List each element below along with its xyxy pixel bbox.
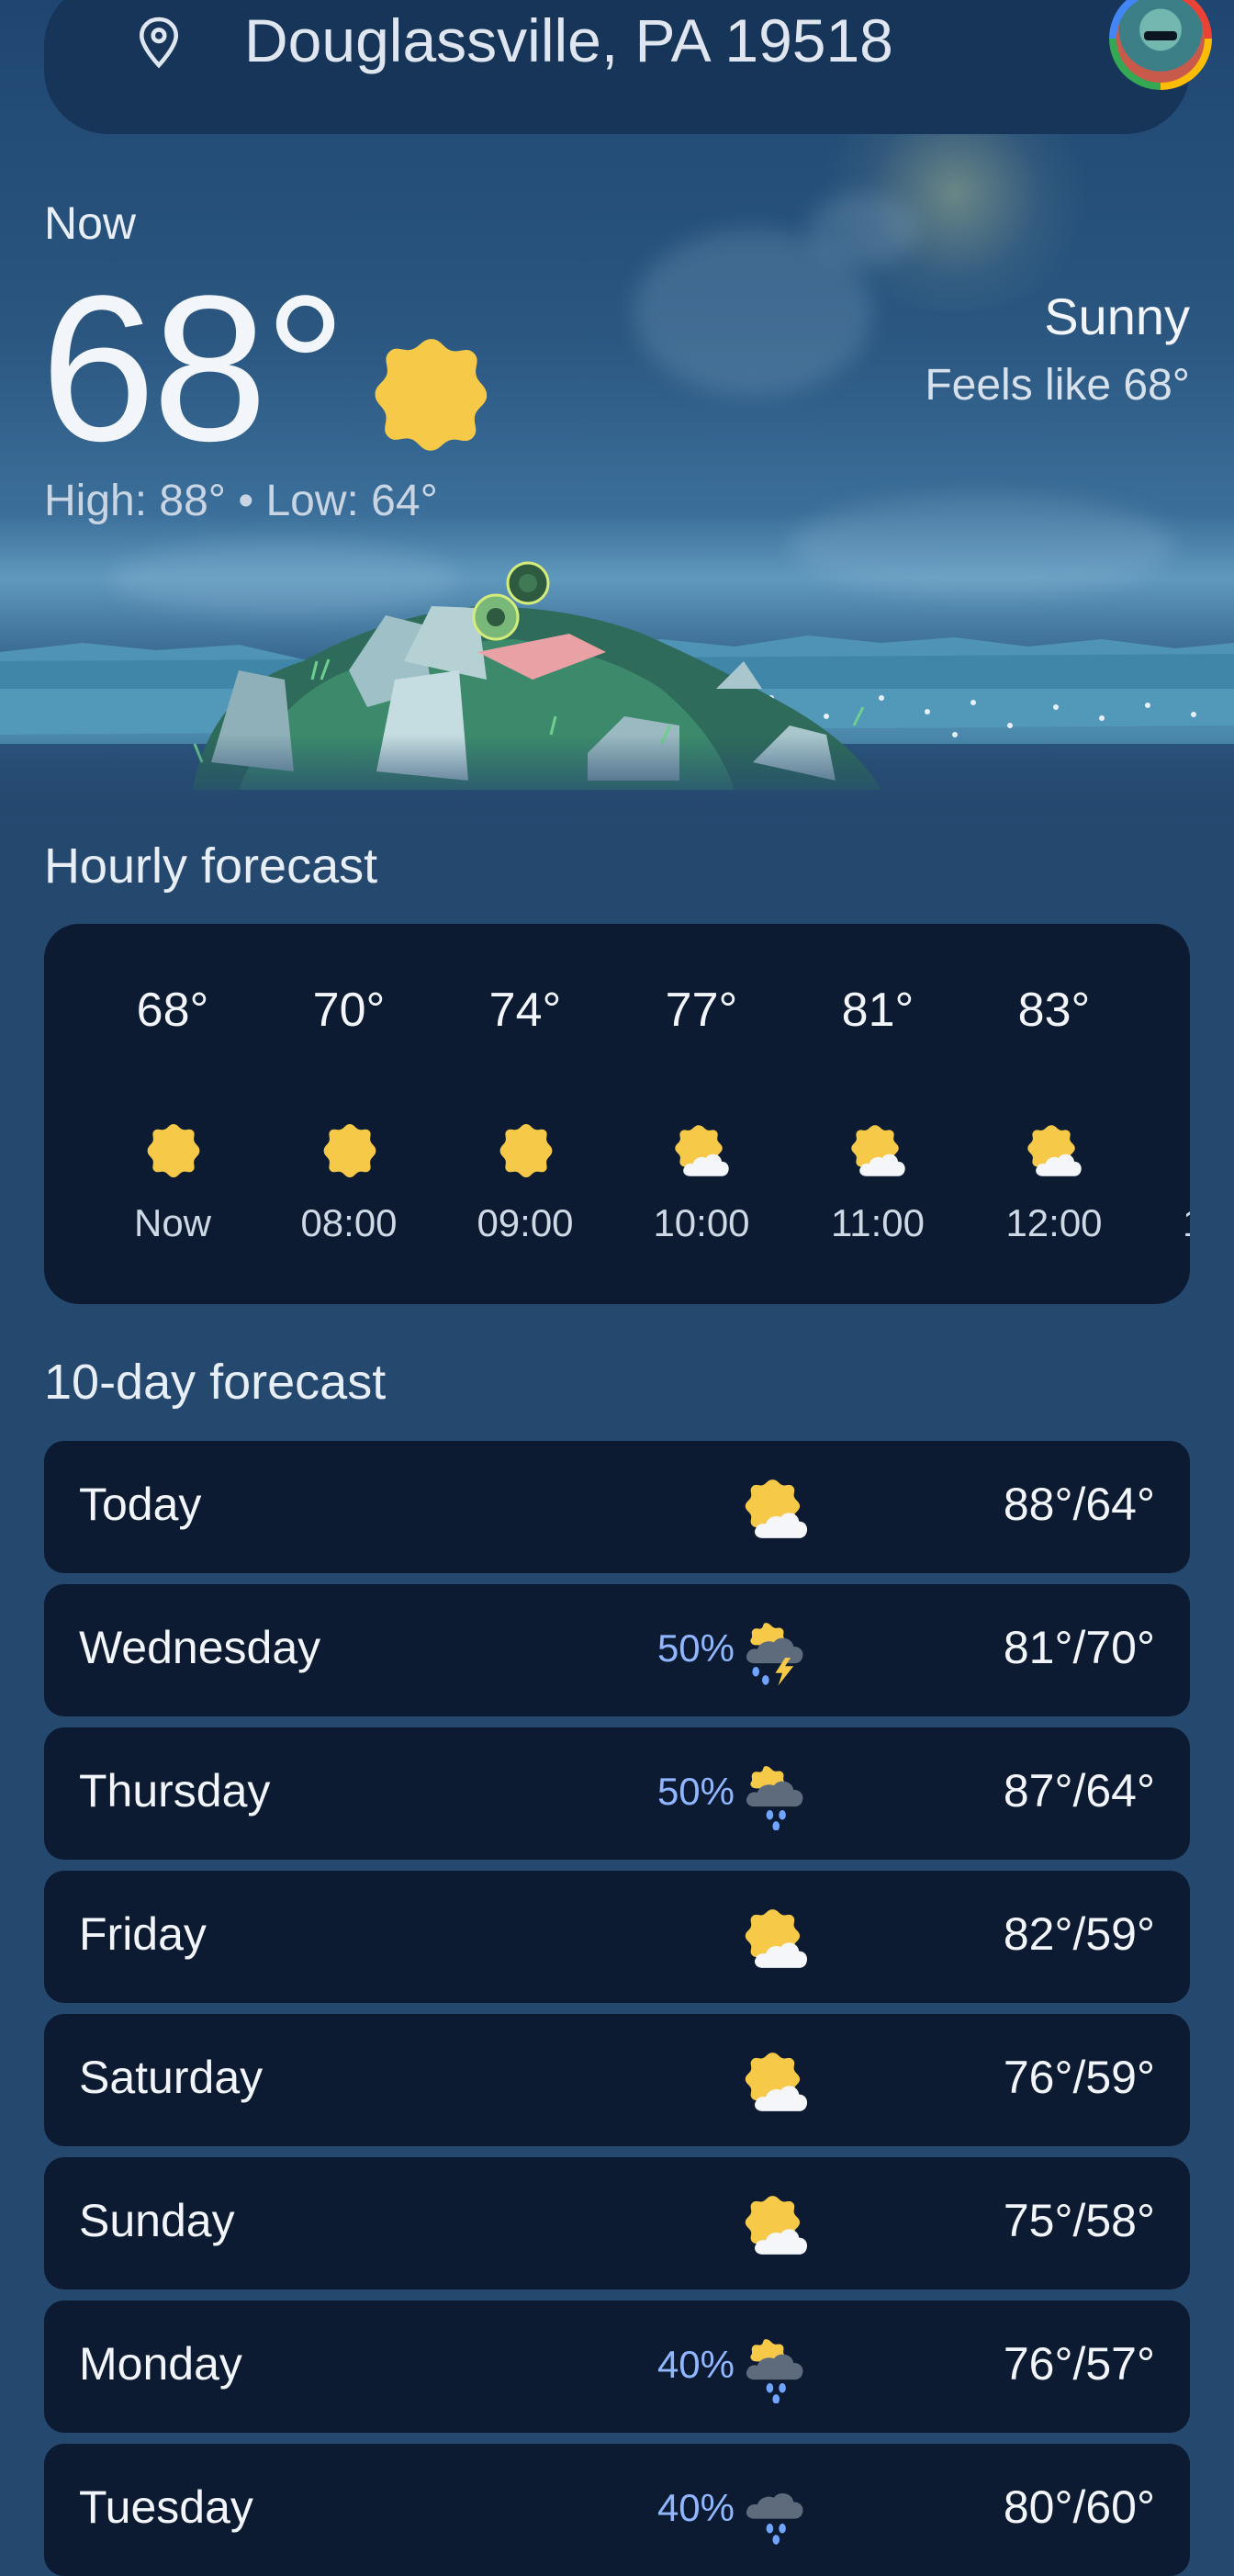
partly-cloudy-icon <box>745 2053 808 2111</box>
day-high-low: 75°/58° <box>1003 2195 1155 2246</box>
day-name: Monday <box>79 2338 242 2390</box>
rain-showers-icon <box>746 2339 803 2403</box>
day-name: Saturday <box>79 2052 264 2103</box>
day-high-low: 82°/59° <box>1003 1908 1155 1960</box>
sun-icon <box>323 1123 376 1178</box>
day-name: Sunday <box>79 2195 235 2246</box>
rain-showers-icon <box>746 1766 803 1830</box>
current-condition: Sunny <box>1044 287 1190 345</box>
day-high-low: 76°/57° <box>1003 2338 1155 2390</box>
sun-icon <box>147 1123 200 1178</box>
day-high-low: 76°/59° <box>1003 2052 1155 2103</box>
daily-row-saturday[interactable]: Saturday 76°/59° <box>44 2014 1190 2146</box>
avatar-sunglasses <box>1144 31 1177 40</box>
high-low-temps: High: 88° • Low: 64° <box>44 477 438 525</box>
feels-like: Feels like 68° <box>925 361 1190 410</box>
hourly-forecast-title: Hourly forecast <box>44 838 378 894</box>
hourly-temp: 81° <box>841 984 914 1037</box>
daily-row-tuesday[interactable]: Tuesday 40% 80°/60° <box>44 2444 1190 2576</box>
hourly-temp: 77° <box>665 984 738 1037</box>
partly-cloudy-icon <box>675 1125 729 1176</box>
day-name: Tuesday <box>79 2481 253 2533</box>
hourly-temp: 74° <box>488 984 562 1037</box>
hourly-time: 11:00 <box>831 1201 925 1244</box>
precip-chance: 50% <box>656 1770 735 1813</box>
hourly-time: 08:00 <box>300 1201 398 1244</box>
day-name: Today <box>79 1479 202 1530</box>
partly-cloudy-icon <box>745 2196 808 2255</box>
rain-icon <box>746 2493 803 2545</box>
hourly-forecast-card[interactable]: 68° Now 70° 08:00 74° 09:00 77° 10:00 81… <box>44 924 1190 1304</box>
landscape-illustration <box>0 561 1234 817</box>
cloud-wisp <box>808 193 918 266</box>
location-pin-icon <box>139 17 179 69</box>
daily-row-friday[interactable]: Friday 82°/59° <box>44 1871 1190 2003</box>
partly-cloudy-icon <box>1027 1125 1082 1176</box>
avatar-image <box>1116 0 1205 83</box>
sun-icon <box>375 339 488 451</box>
hourly-time: 09:00 <box>477 1201 574 1244</box>
hourly-temp: 70° <box>312 984 386 1037</box>
daily-row-monday[interactable]: Monday 40% 76°/57° <box>44 2300 1190 2433</box>
current-temperature: 68° <box>40 252 347 484</box>
hourly-temp: 83° <box>1017 984 1091 1037</box>
location-text: Douglassville, PA 19518 <box>244 6 893 74</box>
partly-cloudy-icon <box>745 1479 808 1538</box>
hourly-time: 12:00 <box>1005 1201 1103 1244</box>
day-name: Friday <box>79 1908 207 1960</box>
daily-forecast-title: 10-day forecast <box>44 1355 387 1410</box>
day-name: Thursday <box>79 1765 271 1817</box>
partly-cloudy-icon <box>851 1125 905 1176</box>
day-high-low: 88°/64° <box>1003 1479 1155 1530</box>
precip-chance: 40% <box>656 2343 735 2386</box>
precip-chance: 40% <box>656 2486 735 2529</box>
hourly-temp: 68° <box>136 984 209 1037</box>
hourly-time: 10:00 <box>653 1201 750 1244</box>
day-name: Wednesday <box>79 1622 321 1673</box>
partly-cloudy-icon <box>745 1909 808 1968</box>
daily-row-wednesday[interactable]: Wednesday 50% 81°/70° <box>44 1584 1190 1716</box>
thunderstorm-icon <box>746 1623 803 1686</box>
daily-row-sunday[interactable]: Sunday 75°/58° <box>44 2157 1190 2289</box>
day-high-low: 80°/60° <box>1003 2481 1155 2533</box>
current-label: Now <box>44 197 137 249</box>
precip-chance: 50% <box>656 1626 735 1670</box>
hourly-next-item-peek: 1 <box>1183 1201 1190 1245</box>
sun-icon <box>499 1123 553 1178</box>
location-search-bar[interactable]: Douglassville, PA 19518 <box>44 0 1212 134</box>
hourly-time: Now <box>133 1201 212 1244</box>
daily-row-thursday[interactable]: Thursday 50% 87°/64° <box>44 1727 1190 1860</box>
day-high-low: 81°/70° <box>1003 1622 1155 1673</box>
day-high-low: 87°/64° <box>1003 1765 1155 1817</box>
daily-row-today[interactable]: Today 88°/64° <box>44 1441 1190 1573</box>
